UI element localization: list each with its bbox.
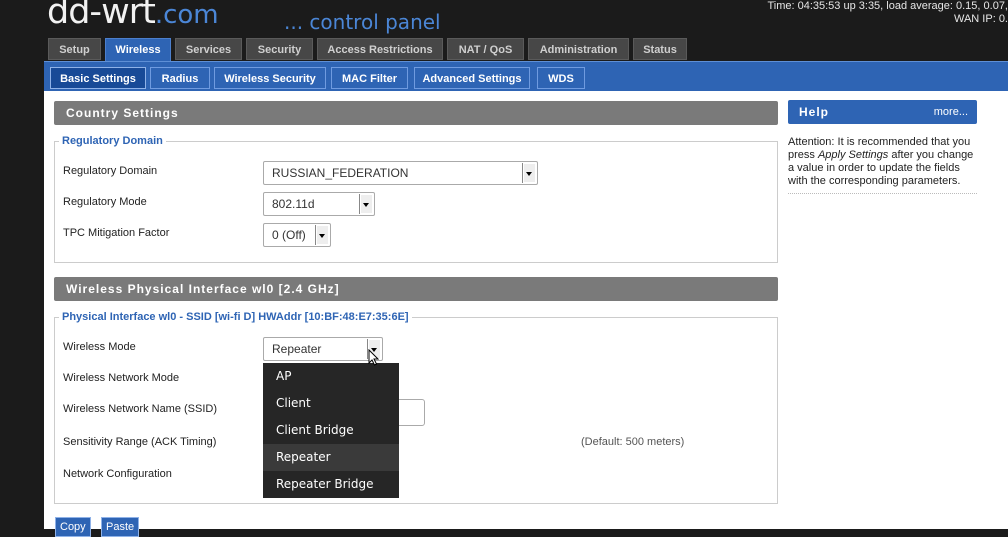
wireless-mode-dropdown: AP Client Client Bridge Repeater Repeate… (263, 363, 399, 498)
tab-access-restrictions[interactable]: Access Restrictions (317, 38, 443, 60)
subtab-wds[interactable]: WDS (537, 67, 585, 89)
wan-ip-text: WAN IP: 0. (954, 13, 1008, 25)
mouse-cursor-icon (368, 349, 380, 366)
tpc-mitigation-select[interactable]: 0 (Off) (263, 223, 331, 247)
control-panel-title: ... control panel (284, 10, 441, 34)
physical-interface-legend: Physical Interface wl0 - SSID [wi-fi D] … (62, 311, 409, 323)
regulatory-domain-select[interactable]: RUSSIAN_FEDERATION (263, 161, 538, 185)
subtab-advanced-settings[interactable]: Advanced Settings (414, 67, 530, 89)
dropdown-option-repeater-bridge[interactable]: Repeater Bridge (263, 471, 399, 498)
chevron-down-icon (522, 163, 536, 183)
tab-wireless[interactable]: Wireless (105, 38, 171, 62)
regulatory-domain-label: Regulatory Domain (63, 165, 158, 177)
uptime-text: Time: 04:35:53 up 3:35, load average: 0.… (767, 0, 1008, 12)
tab-administration[interactable]: Administration (528, 38, 629, 60)
main-content: Country Settings Regulatory Domain Regul… (44, 91, 1008, 529)
wireless-mode-label: Wireless Mode (63, 341, 136, 353)
ddwrt-logo: dd-wrt.com (47, 0, 219, 32)
tab-nat-qos[interactable]: NAT / QoS (447, 38, 524, 60)
ssid-label: Wireless Network Name (SSID) (63, 403, 218, 415)
header: dd-wrt.com ... control panel Time: 04:35… (0, 0, 1008, 36)
subtab-wireless-security[interactable]: Wireless Security (214, 67, 326, 89)
dropdown-option-repeater[interactable]: Repeater (263, 444, 399, 471)
chevron-down-icon (359, 194, 373, 214)
regulatory-domain-legend: Regulatory Domain (62, 135, 163, 147)
sensitivity-range-label: Sensitivity Range (ACK Timing) (63, 436, 217, 448)
router-status: Time: 04:35:53 up 3:35, load average: 0.… (767, 0, 1008, 26)
sensitivity-default-text: (Default: 500 meters) (581, 436, 685, 448)
subtab-basic-settings[interactable]: Basic Settings (50, 67, 146, 89)
help-more-link[interactable]: more... (934, 100, 968, 124)
chevron-down-icon (315, 225, 329, 245)
wireless-mode-select[interactable]: Repeater (263, 337, 383, 361)
help-header: Help more... (788, 100, 977, 124)
regulatory-domain-fieldset: Regulatory Domain (54, 135, 778, 263)
tab-setup[interactable]: Setup (48, 38, 101, 60)
dropdown-option-ap[interactable]: AP (263, 363, 399, 390)
paste-button[interactable]: Paste (101, 517, 140, 537)
tab-security[interactable]: Security (246, 38, 313, 60)
tab-status[interactable]: Status (633, 38, 687, 60)
sub-nav: Basic Settings Radius Wireless Security … (44, 61, 1008, 92)
help-text: Attention: It is recommended that you pr… (788, 136, 977, 194)
network-config-label: Network Configuration (63, 468, 172, 480)
copy-button[interactable]: Copy (55, 517, 91, 537)
subtab-radius[interactable]: Radius (150, 67, 210, 89)
dropdown-option-client-bridge[interactable]: Client Bridge (263, 417, 399, 444)
subtab-mac-filter[interactable]: MAC Filter (331, 67, 408, 89)
wireless-interface-header: Wireless Physical Interface wl0 [2.4 GHz… (54, 277, 778, 301)
dropdown-option-client[interactable]: Client (263, 390, 399, 417)
tab-services[interactable]: Services (175, 38, 242, 60)
wireless-network-mode-label: Wireless Network Mode (63, 372, 180, 384)
tpc-mitigation-label: TPC Mitigation Factor (63, 227, 170, 239)
regulatory-mode-select[interactable]: 802.11d (263, 192, 375, 216)
regulatory-mode-label: Regulatory Mode (63, 196, 147, 208)
country-settings-header: Country Settings (54, 101, 778, 125)
